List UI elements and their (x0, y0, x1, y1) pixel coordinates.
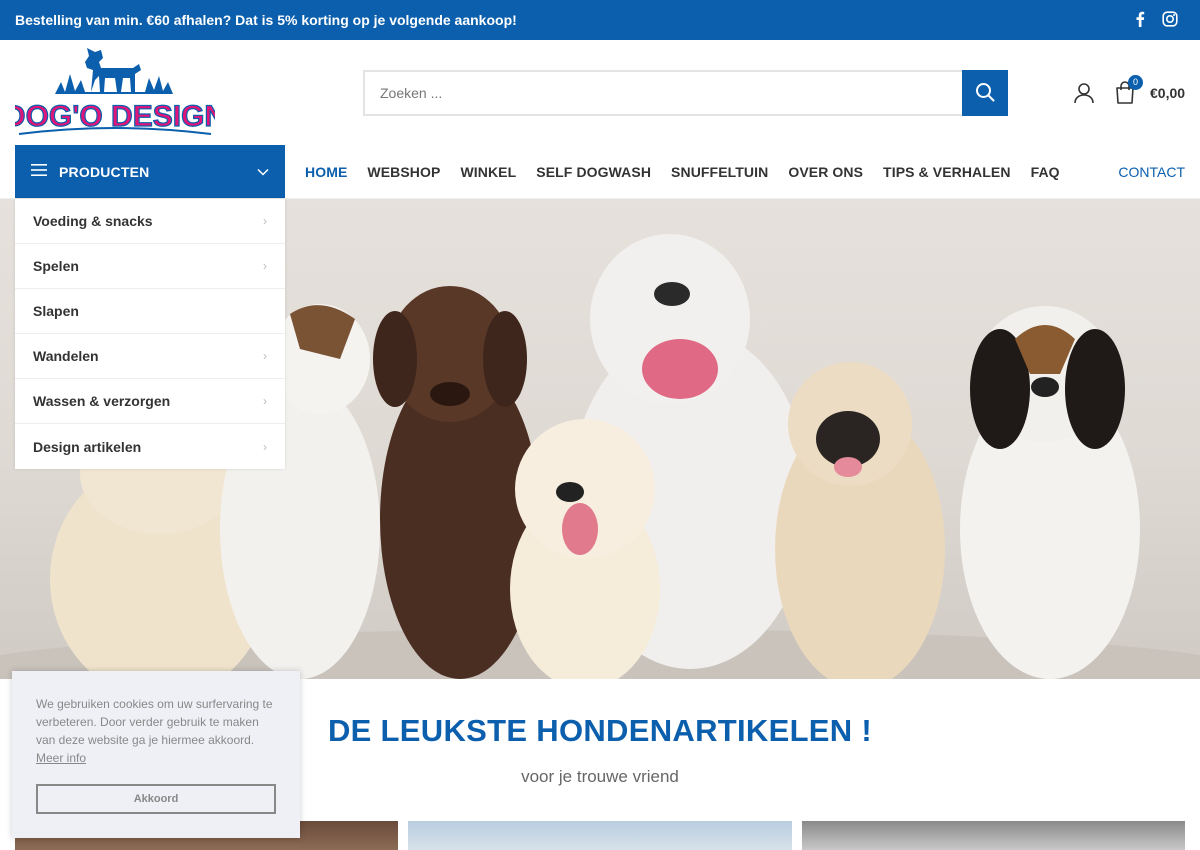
hamburger-icon (31, 163, 47, 181)
promo-text: Bestelling van min. €60 afhalen? Dat is … (15, 12, 517, 28)
nav-item-winkel[interactable]: WINKEL (450, 164, 526, 180)
category-image-2[interactable] (408, 821, 792, 850)
category-label: Spelen (33, 258, 79, 274)
cookie-message: We gebruiken cookies om uw surfervaring … (36, 697, 273, 747)
category-item-wassen-verzorgen[interactable]: Wassen & verzorgen › (15, 379, 285, 424)
site-logo[interactable]: DOG'O DESIGN (3, 44, 227, 140)
search-input[interactable] (363, 70, 962, 116)
search-icon (975, 82, 995, 105)
products-menu-button[interactable]: PRODUCTEN (15, 145, 285, 199)
chevron-right-icon: › (263, 439, 267, 454)
category-label: Wassen & verzorgen (33, 393, 171, 409)
chevron-right-icon: › (263, 349, 267, 363)
category-item-spelen[interactable]: Spelen › (15, 244, 285, 289)
instagram-icon[interactable] (1162, 11, 1178, 27)
cart-widget[interactable]: 0 €0,00 (1114, 75, 1186, 108)
search-form (363, 70, 1008, 116)
nav-item-webshop[interactable]: WEBSHOP (357, 164, 450, 180)
chevron-down-icon (257, 163, 269, 181)
user-account-icon[interactable] (1073, 82, 1095, 104)
nav-item-contact[interactable]: CONTACT (1118, 164, 1185, 180)
category-image-3[interactable] (802, 821, 1185, 850)
category-label: Slapen (33, 303, 79, 319)
search-button[interactable] (962, 70, 1008, 116)
nav-item-faq[interactable]: FAQ (1021, 164, 1070, 180)
cart-total: €0,00 (1150, 85, 1186, 101)
category-item-slapen[interactable]: Slapen (15, 289, 285, 334)
cookie-more-info-link[interactable]: Meer info (36, 751, 86, 765)
main-navigation: HOME WEBSHOP WINKEL SELF DOGWASH SNUFFEL… (295, 145, 1070, 199)
nav-item-over-ons[interactable]: OVER ONS (778, 164, 873, 180)
products-dropdown: Voeding & snacks › Spelen › Slapen Wande… (15, 199, 285, 469)
social-links (1132, 11, 1178, 27)
chevron-right-icon: › (263, 394, 267, 408)
category-label: Wandelen (33, 348, 99, 364)
category-label: Voeding & snacks (33, 213, 153, 229)
products-menu-label: PRODUCTEN (59, 164, 150, 180)
cookie-banner: We gebruiken cookies om uw surfervaring … (12, 671, 300, 838)
category-item-voeding-snacks[interactable]: Voeding & snacks › (15, 199, 285, 244)
category-label: Design artikelen (33, 438, 142, 455)
nav-item-tips-verhalen[interactable]: TIPS & VERHALEN (873, 164, 1021, 180)
shopping-bag-icon: 0 (1114, 75, 1143, 105)
cart-count-badge: 0 (1128, 75, 1143, 90)
top-bar: Bestelling van min. €60 afhalen? Dat is … (0, 0, 1200, 40)
nav-item-self-dogwash[interactable]: SELF DOGWASH (526, 164, 661, 180)
facebook-icon[interactable] (1132, 11, 1148, 27)
category-item-design-artikelen[interactable]: Design artikelen › (15, 424, 285, 469)
category-item-wandelen[interactable]: Wandelen › (15, 334, 285, 379)
nav-item-home[interactable]: HOME (295, 164, 357, 180)
chevron-right-icon: › (263, 214, 267, 228)
chevron-right-icon: › (263, 259, 267, 273)
cookie-accept-button[interactable]: Akkoord (36, 784, 276, 814)
nav-item-snuffeltuin[interactable]: SNUFFELTUIN (661, 164, 778, 180)
